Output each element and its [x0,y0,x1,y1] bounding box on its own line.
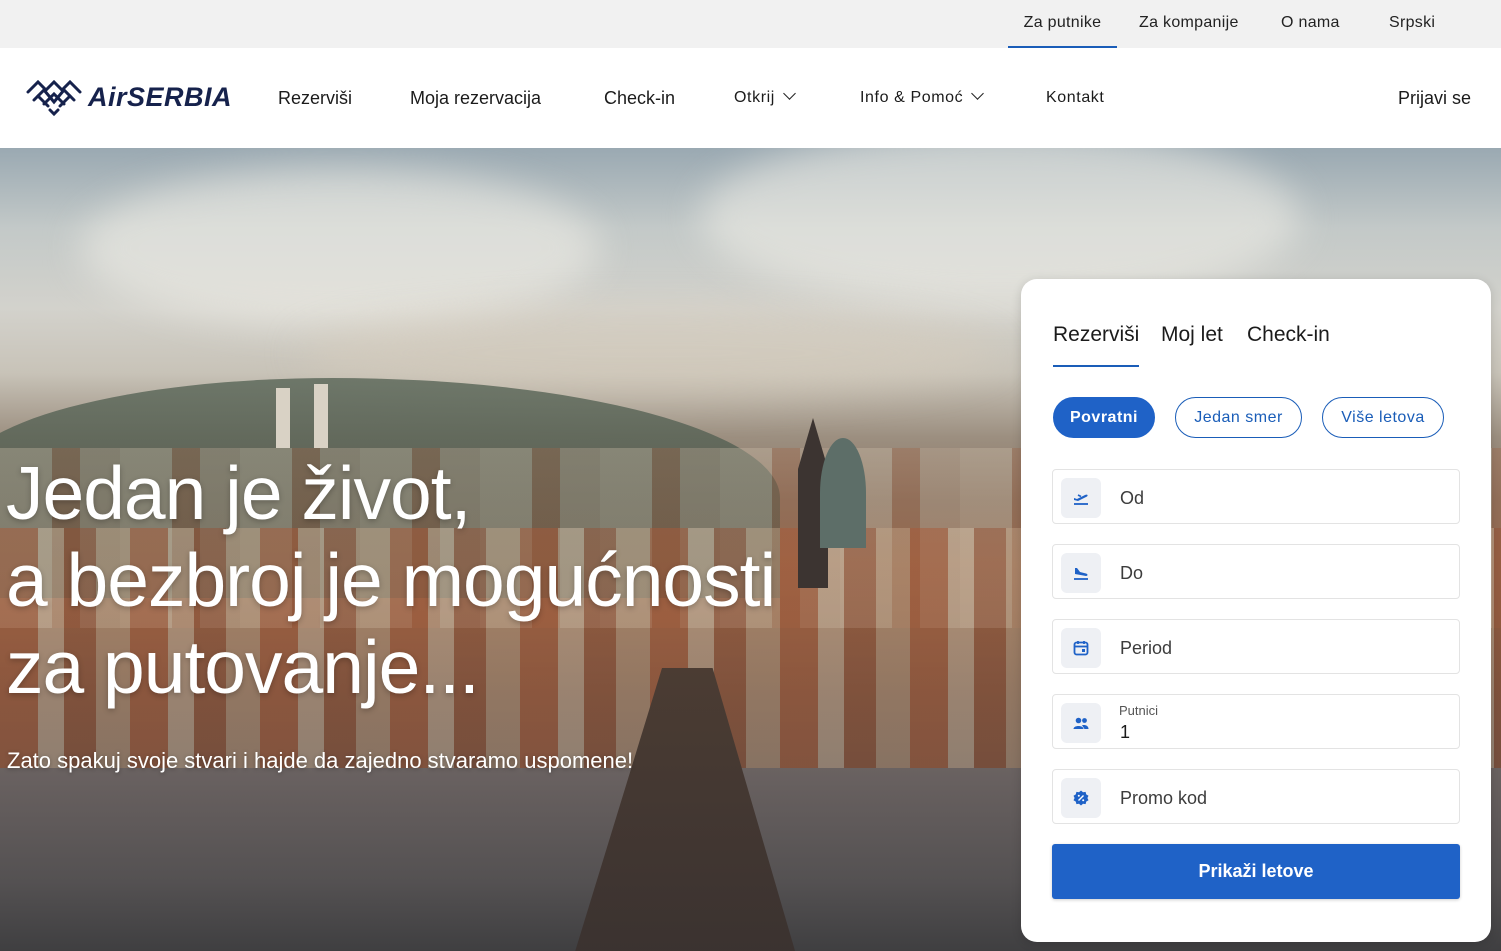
nav-info-pomoc[interactable]: Info & Pomoć [860,84,985,112]
promo-code-placeholder: Promo kod [1120,788,1208,808]
castle-spire [276,388,290,448]
to-placeholder: Do [1120,563,1144,583]
nav-kontakt[interactable]: Kontakt [1046,84,1104,112]
logo-wordmark: AirSERBIA [88,82,233,112]
takeoff-icon [1061,478,1101,518]
trip-type-jedan-smer[interactable]: Jedan smer [1175,397,1302,438]
tab-rezervisi[interactable]: Rezerviši [1053,321,1140,367]
hero-headline-line-3: za putovanje... [6,625,480,709]
nav-rezervisi[interactable]: Rezerviši [278,84,352,112]
castle-spire [314,384,328,448]
login-link[interactable]: Prijavi se [1398,84,1471,112]
airserbia-emblem-icon [26,79,82,117]
main-navbar: AirSERBIA Rezerviši Moja rezervacija Che… [0,48,1501,148]
hero-headline-line-2: a bezbroj je mogućnosti [6,538,776,622]
chevron-down-icon [971,87,985,100]
utility-bar: Za putnike Za kompanije O nama Srpski [0,0,1501,48]
people-icon [1061,703,1101,743]
calendar-icon [1061,628,1101,668]
utility-link-o-nama[interactable]: O nama [1281,0,1340,48]
utility-link-za-kompanije[interactable]: Za kompanije [1139,0,1239,48]
from-placeholder: Od [1120,488,1145,508]
hero-headline-line-1: Jedan je život, [6,451,471,535]
from-field[interactable]: Od [1052,469,1460,524]
hero-headline: Jedan je život, a bezbroj je mogućnosti … [6,450,886,711]
booking-widget: Rezerviši Moj let Check-in Povratni Jeda… [1021,279,1491,942]
nav-moja-rezervacija[interactable]: Moja rezervacija [410,84,541,112]
tab-check-in[interactable]: Check-in [1247,321,1330,349]
language-selector[interactable]: Srpski [1389,0,1435,48]
trip-type-vise-letova[interactable]: Više letova [1322,397,1444,438]
badge-icon [1061,778,1101,818]
trip-type-povratni[interactable]: Povratni [1053,397,1155,438]
show-flights-button[interactable]: Prikaži letove [1052,844,1460,899]
nav-info-pomoc-label: Info & Pomoć [860,89,964,106]
sky-cloud [80,168,600,328]
chevron-down-icon [783,87,796,100]
promo-code-field[interactable]: Promo kod [1052,769,1460,824]
hero-subheadline: Zato spakuj svoje stvari i hajde da zaje… [7,748,634,773]
nav-otkrij-label: Otkrij [734,89,775,106]
utility-link-za-putnike[interactable]: Za putnike [1008,0,1117,48]
passengers-label: Putnici [1119,703,1159,718]
passengers-value: 1 [1120,722,1131,742]
tab-moj-let[interactable]: Moj let [1161,321,1223,349]
nav-otkrij[interactable]: Otkrij [734,84,796,112]
nav-check-in[interactable]: Check-in [604,84,675,112]
airserbia-logo[interactable]: AirSERBIA [24,74,234,122]
to-field[interactable]: Do [1052,544,1460,599]
passengers-field[interactable]: Putnici 1 [1052,694,1460,749]
period-field[interactable]: Period [1052,619,1460,674]
landing-icon [1061,553,1101,593]
period-placeholder: Period [1120,638,1173,658]
